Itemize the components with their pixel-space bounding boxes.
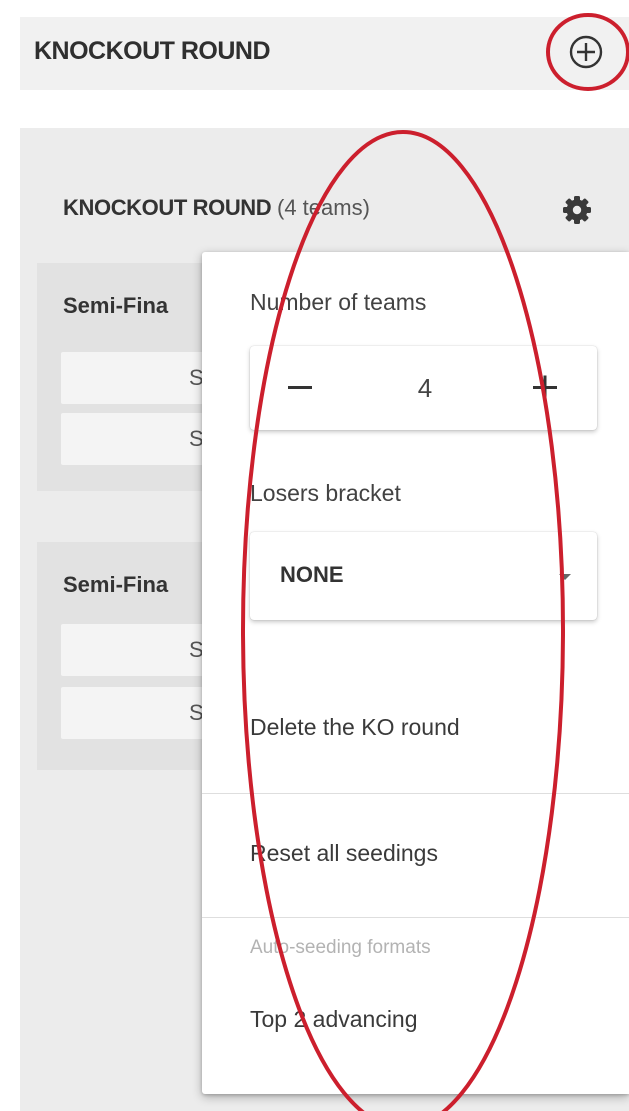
losers-bracket-label: Losers bracket: [250, 480, 401, 506]
auto-seeding-top2-item[interactable]: Top 2 advancing: [202, 992, 629, 1052]
auto-seeding-top2-label: Top 2 advancing: [250, 1006, 418, 1032]
add-round-button[interactable]: [563, 29, 609, 75]
increment-button[interactable]: [505, 346, 585, 430]
team-count: (4 teams): [277, 195, 370, 220]
round-settings-button[interactable]: [561, 194, 593, 226]
team-count-value: 4: [417, 373, 433, 403]
section-header: KNOCKOUT ROUND: [20, 17, 629, 90]
auto-seeding-header: Auto-seeding formats: [250, 937, 431, 958]
delete-round-item[interactable]: Delete the KO round: [202, 700, 629, 760]
round-title: KNOCKOUT ROUND (4 teams): [63, 195, 370, 221]
match-title: Semi-Fina: [63, 572, 169, 597]
caret-down-icon: [559, 574, 571, 580]
reset-seedings-item[interactable]: Reset all seedings: [202, 826, 629, 886]
decrement-button[interactable]: [260, 346, 340, 430]
menu-divider: [202, 917, 629, 918]
number-of-teams-label: Number of teams: [250, 289, 427, 315]
losers-bracket-value: NONE: [280, 562, 344, 587]
round-name: KNOCKOUT ROUND: [63, 195, 272, 220]
plus-icon: [533, 375, 557, 400]
minus-icon: [288, 386, 312, 389]
match-title: Semi-Fina: [63, 293, 169, 318]
menu-divider: [202, 793, 629, 794]
section-title: KNOCKOUT ROUND: [34, 37, 271, 65]
plus-circle-icon: [569, 35, 603, 69]
team-count-stepper: 4: [250, 346, 597, 430]
round-settings-menu: Number of teams 4 Losers bracket NONE De…: [202, 252, 629, 1094]
knockout-page: KNOCKOUT ROUND KNOCKOUT ROUND (4 teams): [0, 0, 629, 1111]
gear-icon: [563, 196, 591, 224]
delete-round-label: Delete the KO round: [250, 714, 460, 740]
reset-seedings-label: Reset all seedings: [250, 840, 438, 866]
losers-bracket-select[interactable]: NONE: [250, 532, 597, 620]
